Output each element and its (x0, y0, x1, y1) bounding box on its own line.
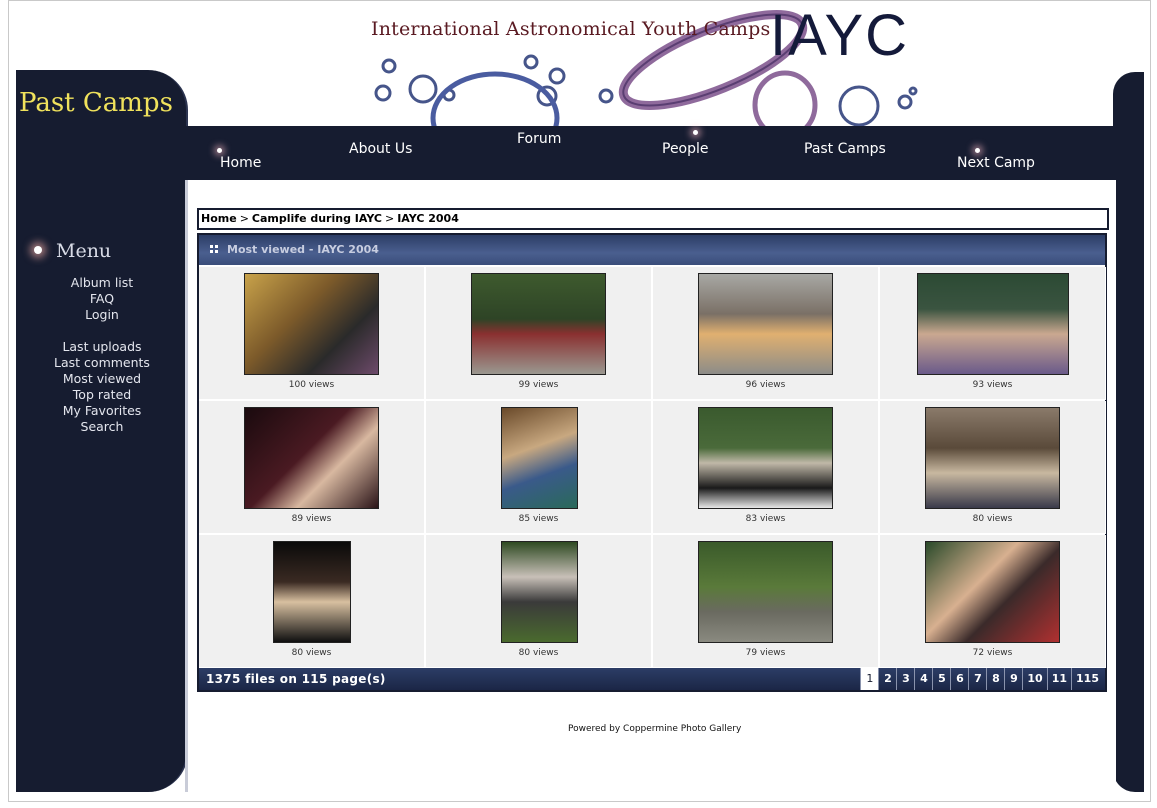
gallery-cell: 93 views (880, 267, 1106, 400)
page-link[interactable]: 4 (914, 668, 932, 690)
page-link[interactable]: 10 (1022, 668, 1046, 690)
nav-home[interactable]: Home (220, 155, 261, 171)
menu-item-my-favorites[interactable]: My Favorites (16, 403, 188, 419)
page-link-current[interactable]: 1 (860, 668, 879, 690)
right-sidebar-strip (1113, 72, 1144, 792)
gallery-cell: 80 views (880, 401, 1106, 534)
view-count: 93 views (972, 380, 1013, 390)
breadcrumb-home[interactable]: Home (201, 212, 237, 225)
gallery-header: Most viewed - IAYC 2004 (199, 235, 1105, 265)
page-link[interactable]: 11 (1046, 668, 1071, 690)
top-nav: Home About Us Forum People Past Camps Ne… (185, 126, 1113, 180)
menu-item-search[interactable]: Search (16, 419, 188, 435)
gallery-cell: 83 views (653, 401, 879, 534)
breadcrumb-separator: > (385, 212, 395, 225)
view-count: 89 views (291, 514, 332, 524)
view-count: 85 views (518, 514, 559, 524)
section-title: Past Camps (19, 88, 173, 118)
nav-people[interactable]: People (662, 141, 709, 157)
photo-thumbnail[interactable] (244, 273, 379, 375)
breadcrumb-separator: > (239, 212, 249, 225)
pagination-bar: 1375 files on 115 page(s) 1 2 3 4 5 6 7 … (199, 668, 1105, 690)
coppermine-link[interactable]: Coppermine Photo Gallery (623, 724, 741, 734)
photo-thumbnail[interactable] (925, 541, 1060, 643)
menu-spacer (16, 323, 188, 339)
menu-item-last-uploads[interactable]: Last uploads (16, 339, 188, 355)
view-count: 96 views (745, 380, 786, 390)
gallery-cell: 80 views (426, 535, 652, 668)
photo-thumbnail[interactable] (471, 273, 606, 375)
file-count: 1375 files on 115 page(s) (206, 672, 386, 686)
page-link[interactable]: 7 (968, 668, 986, 690)
breadcrumb-current[interactable]: IAYC 2004 (397, 212, 459, 225)
menu-item-top-rated[interactable]: Top rated (16, 387, 188, 403)
view-count: 80 views (972, 514, 1013, 524)
main-content: Home > Camplife during IAYC > IAYC 2004 Most… (185, 180, 1116, 792)
gallery-cell: 89 views (199, 401, 425, 534)
photo-thumbnail[interactable] (698, 407, 833, 509)
menu-item-last-comments[interactable]: Last comments (16, 355, 188, 371)
gallery-cell: 79 views (653, 535, 879, 668)
photo-thumbnail[interactable] (698, 273, 833, 375)
page-link[interactable]: 2 (878, 668, 896, 690)
gallery-title: Most viewed - IAYC 2004 (227, 243, 379, 256)
view-count: 100 views (288, 380, 335, 390)
view-count: 80 views (518, 648, 559, 658)
gallery-cell: 80 views (199, 535, 425, 668)
gallery-cell: 99 views (426, 267, 652, 400)
page-links: 1 2 3 4 5 6 7 8 9 10 11 115 (860, 668, 1103, 690)
thumbnail-gallery: Most viewed - IAYC 2004 100 views 99 vie… (197, 233, 1107, 692)
menu-heading: Menu (56, 240, 112, 262)
breadcrumb: Home > Camplife during IAYC > IAYC 2004 (197, 208, 1109, 230)
site-header: International Astronomical Youth Camps I… (185, 0, 1115, 126)
page-link[interactable]: 3 (896, 668, 914, 690)
view-count: 99 views (518, 380, 559, 390)
powered-by-prefix: Powered by (568, 724, 621, 734)
photo-thumbnail[interactable] (501, 541, 578, 643)
gallery-cell: 100 views (199, 267, 425, 400)
gallery-cell: 72 views (880, 535, 1106, 668)
page-link[interactable]: 8 (986, 668, 1004, 690)
photo-thumbnail[interactable] (273, 541, 351, 643)
photo-thumbnail[interactable] (698, 541, 833, 643)
breadcrumb-album[interactable]: Camplife during IAYC (252, 212, 382, 225)
sidebar-menu: Album list FAQ Login Last uploads Last c… (16, 275, 188, 435)
page-link[interactable]: 5 (932, 668, 950, 690)
gallery-cell: 85 views (426, 401, 652, 534)
star-icon (975, 148, 980, 153)
nav-past-camps[interactable]: Past Camps (804, 141, 886, 157)
page-link[interactable]: 9 (1004, 668, 1022, 690)
view-count: 83 views (745, 514, 786, 524)
menu-item-faq[interactable]: FAQ (16, 291, 188, 307)
menu-item-login[interactable]: Login (16, 307, 188, 323)
powered-by: Powered by Coppermine Photo Gallery (568, 724, 741, 734)
gallery-cell: 96 views (653, 267, 879, 400)
page-link[interactable]: 6 (950, 668, 968, 690)
left-sidebar: Past Camps Menu Album list FAQ Login Las… (16, 70, 188, 792)
photo-thumbnail[interactable] (244, 407, 379, 509)
site-logo-text[interactable]: IAYC (770, 2, 909, 69)
photo-thumbnail[interactable] (925, 407, 1060, 509)
star-icon (693, 130, 698, 135)
view-count: 79 views (745, 648, 786, 658)
view-count: 72 views (972, 648, 1013, 658)
star-icon (217, 148, 222, 153)
photo-thumbnail[interactable] (501, 407, 578, 509)
view-count: 80 views (291, 648, 332, 658)
star-icon (34, 246, 42, 254)
grid-icon (210, 245, 219, 254)
nav-forum[interactable]: Forum (517, 131, 561, 147)
menu-item-album-list[interactable]: Album list (16, 275, 188, 291)
photo-thumbnail[interactable] (917, 273, 1069, 375)
page-link-last[interactable]: 115 (1071, 668, 1103, 690)
nav-next-camp[interactable]: Next Camp (957, 155, 1035, 171)
site-tagline: International Astronomical Youth Camps (371, 18, 771, 40)
menu-item-most-viewed[interactable]: Most viewed (16, 371, 188, 387)
nav-about-us[interactable]: About Us (349, 141, 412, 157)
